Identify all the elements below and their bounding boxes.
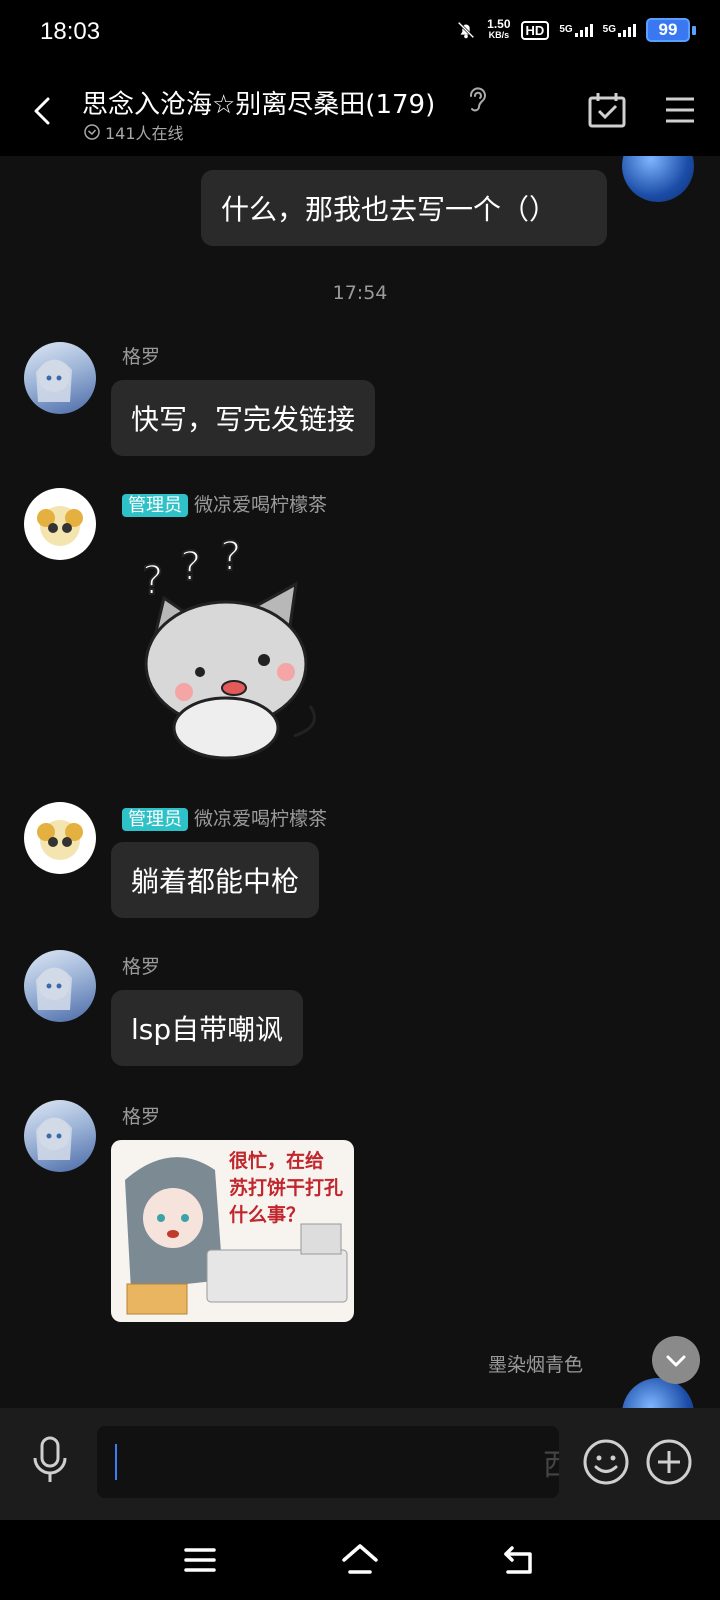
text-caret <box>115 1444 117 1480</box>
ear-icon[interactable] <box>466 84 488 114</box>
status-icons: 1.50 KB/s HD 5G 5G 99 <box>455 18 696 42</box>
online-check-icon <box>84 124 100 140</box>
nav-back-icon[interactable] <box>500 1540 540 1580</box>
group-title[interactable]: 思念入沧海☆别离尽桑田(179) <box>82 84 435 121</box>
menu-icon[interactable] <box>664 96 696 124</box>
net-speed: 1.50 KB/s <box>487 17 511 40</box>
battery-indicator: 99 <box>646 18 696 42</box>
sender-name-row: 管理员 微凉爱喝柠檬茶 <box>122 804 327 831</box>
system-nav-bar <box>0 1520 720 1600</box>
sender-name: 格罗 <box>122 956 161 978</box>
user-avatar[interactable] <box>24 1100 96 1172</box>
sender-name: 格罗 <box>122 346 161 368</box>
sheep-avatar-art <box>37 506 83 546</box>
confused-cat-sticker[interactable]: ? ? ? <box>134 536 334 766</box>
self-avatar[interactable] <box>622 156 694 202</box>
hd-badge: HD <box>520 20 550 40</box>
mute-bell-icon <box>457 21 475 39</box>
user-avatar[interactable] <box>24 802 96 874</box>
admin-badge: 管理员 <box>122 808 188 831</box>
plus-icon[interactable] <box>645 1438 693 1486</box>
status-time: 18:03 <box>40 18 101 45</box>
svg-text:?: ? <box>180 544 201 590</box>
user-avatar[interactable] <box>24 488 96 560</box>
back-icon[interactable] <box>28 96 58 126</box>
partial-text: 西 <box>543 1448 559 1483</box>
nav-home-icon[interactable] <box>340 1540 380 1580</box>
meme-caption: 很忙，在给 苏打饼干打孔 什么事？ <box>229 1150 344 1226</box>
user-avatar[interactable] <box>24 342 96 414</box>
calendar-check-icon[interactable] <box>588 92 626 128</box>
message-input[interactable]: 西 <box>97 1426 559 1498</box>
message-bubble[interactable]: 躺着都能中枪 <box>111 842 320 918</box>
input-bar: 西 <box>0 1408 720 1520</box>
status-bar: 18:03 1.50 KB/s HD 5G 5G 99 <box>0 0 720 66</box>
time-separator: 17:54 <box>332 282 388 304</box>
chat-header: 思念入沧海☆别离尽桑田(179) 141人在线 <box>0 66 720 156</box>
online-count: 141人在线 <box>84 120 184 144</box>
scroll-down-button[interactable] <box>652 1336 700 1384</box>
scroll-down-icon <box>666 1355 686 1367</box>
svg-text:?: ? <box>220 536 241 580</box>
nav-menu-icon[interactable] <box>180 1540 220 1580</box>
anime-girl-avatar-art <box>36 967 72 1010</box>
sender-name-row: 管理员 微凉爱喝柠檬茶 <box>122 490 327 517</box>
message-list[interactable]: 什么，那我也去写一个（） 17:54 格罗 快写，写完发链接 管理员 微凉爱喝柠檬… <box>0 156 720 1408</box>
user-avatar[interactable] <box>24 950 96 1022</box>
message-bubble[interactable]: 快写，写完发链接 <box>111 380 376 456</box>
mic-icon[interactable] <box>32 1436 68 1484</box>
sender-name: 格罗 <box>122 1106 161 1128</box>
sender-name: 墨染烟青色 <box>488 1354 584 1376</box>
admin-badge: 管理员 <box>122 494 188 517</box>
svg-text:?: ? <box>142 558 163 604</box>
sheep-avatar-art <box>37 820 83 860</box>
message-bubble[interactable]: lsp自带嘲讽 <box>111 990 304 1066</box>
signal-1: 5G <box>559 23 593 37</box>
emoji-icon[interactable] <box>582 1438 630 1486</box>
signal-2: 5G <box>603 23 636 37</box>
anime-girl-avatar-art <box>36 359 72 402</box>
message-bubble-self[interactable]: 什么，那我也去写一个（） <box>201 170 607 246</box>
meme-image[interactable]: 很忙，在给 苏打饼干打孔 什么事？ <box>111 1140 354 1322</box>
anime-girl-avatar-art <box>36 1117 72 1160</box>
